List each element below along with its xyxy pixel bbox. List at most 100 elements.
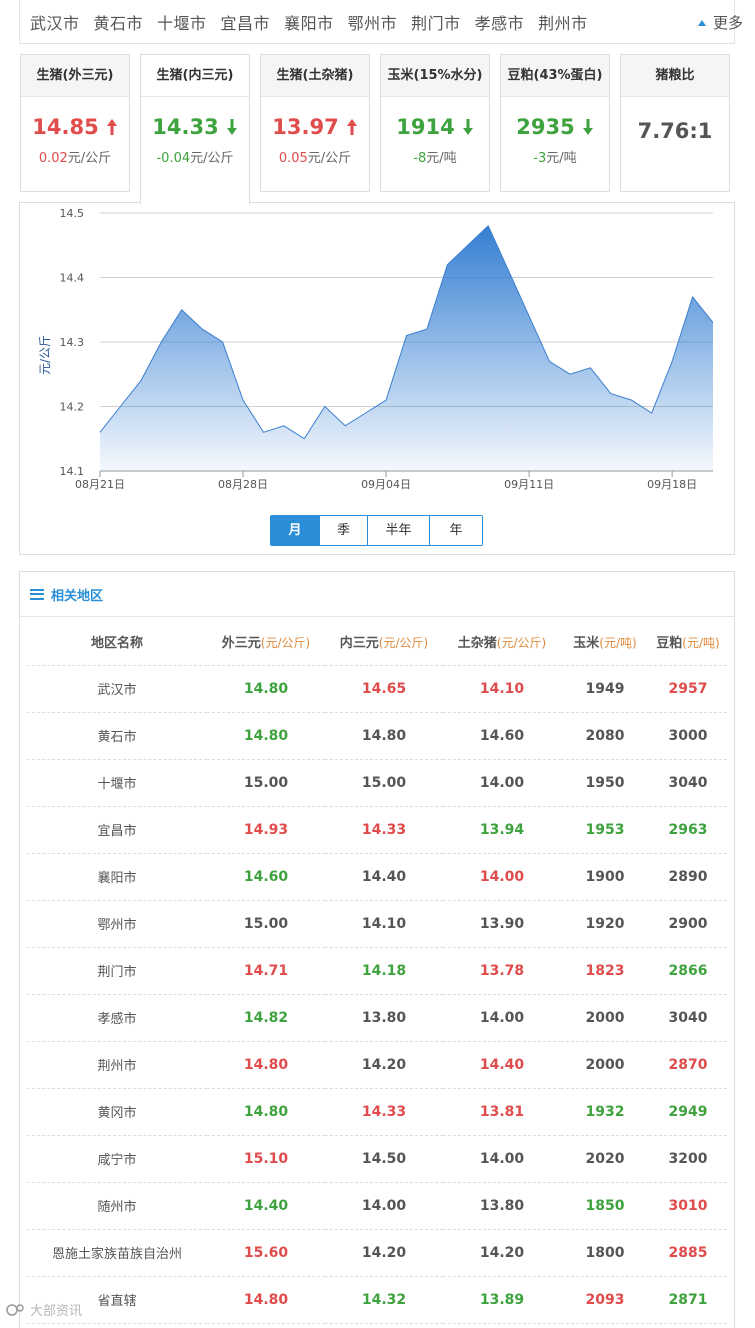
column-header-name: 内三元 [339, 635, 379, 651]
price-card[interactable]: 生猪(土杂猪) 13.97 0.05元/公斤 [260, 54, 370, 192]
price-cell: 14.93 [207, 806, 325, 854]
series-area [100, 225, 713, 471]
price-trend-chart: 14.1 14.2 14.3 14.4 14.5 元/公斤 08月21日 08月28日 09月0… [38, 207, 714, 491]
price-cell: 1953 [561, 806, 649, 854]
table-row[interactable]: 黄石市 14.80 14.80 14.60 2080 3000 [27, 712, 727, 760]
x-tick-label: 08月28日 [218, 478, 268, 491]
column-header: 豆粕(元/吨) [649, 618, 727, 666]
region-name: 十堰市 [27, 759, 207, 807]
menu-icon [30, 588, 44, 600]
table-header-row: 地区名称 外三元(元/公斤) 内三元(元/公斤) 土杂猪(元/公斤) 玉米(元/吨) 豆粕… [27, 618, 727, 666]
card-change-value: -8 [413, 151, 427, 166]
price-cell: 1932 [561, 1088, 649, 1136]
price-card[interactable]: 玉米(15%水分) 1914 -8元/吨 [380, 54, 490, 192]
x-tick-label: 09月04日 [361, 478, 411, 491]
price-card[interactable]: 生猪(内三元) 14.33 -0.04元/公斤 [140, 54, 250, 204]
y-tick-label: 14.4 [60, 272, 85, 285]
period-tab[interactable]: 月 [271, 516, 319, 545]
city-link[interactable]: 襄阳市 [284, 10, 334, 34]
price-cell: 14.40 [325, 853, 443, 901]
region-name: 宜昌市 [27, 806, 207, 854]
arrow-up-icon [106, 118, 118, 136]
period-tab[interactable]: 季 [319, 516, 367, 545]
table-row[interactable]: 随州市 14.40 14.00 13.80 1850 3010 [27, 1182, 727, 1230]
price-cell: 14.33 [325, 806, 443, 854]
table-row[interactable]: 恩施土家族苗族自治州 15.60 14.20 14.20 1800 2885 [27, 1229, 727, 1277]
y-tick-label: 14.1 [60, 465, 85, 478]
price-cell: 14.00 [443, 759, 561, 807]
price-card[interactable]: 猪粮比 7.76:1 [620, 54, 730, 192]
card-value-row: 7.76:1 [621, 119, 729, 143]
price-cell: 1823 [561, 947, 649, 995]
city-link[interactable]: 十堰市 [157, 10, 207, 34]
column-header-unit: (元/吨) [599, 635, 637, 650]
price-cell: 14.40 [443, 1041, 561, 1089]
table-row[interactable]: 武汉市 14.80 14.65 14.10 1949 2957 [27, 665, 727, 713]
price-cell: 13.90 [443, 900, 561, 948]
card-title: 玉米(15%水分) [381, 55, 489, 97]
y-tick-label: 14.2 [60, 401, 85, 414]
card-change-unit: 元/吨 [546, 151, 577, 166]
table-row[interactable]: 荆州市 14.80 14.20 14.40 2000 2870 [27, 1041, 727, 1089]
table-row[interactable]: 鄂州市 15.00 14.10 13.90 1920 2900 [27, 900, 727, 948]
price-cell: 2900 [649, 900, 727, 948]
city-nav-bar: 武汉市 黄石市 十堰市 宜昌市 襄阳市 鄂州市 荆门市 孝感市 荆州市 [19, 0, 735, 44]
city-link[interactable]: 宜昌市 [221, 10, 271, 34]
price-cell: 14.80 [207, 712, 325, 760]
table-row[interactable]: 孝感市 14.82 13.80 14.00 2000 3040 [27, 994, 727, 1042]
card-change-unit: 元/吨 [426, 151, 457, 166]
price-cell: 14.20 [325, 1229, 443, 1277]
city-link[interactable]: 鄂州市 [348, 10, 398, 34]
card-title: 猪粮比 [621, 55, 729, 97]
price-cell: 14.80 [325, 712, 443, 760]
column-header-name: 玉米 [573, 635, 600, 651]
x-tick-label: 08月21日 [75, 478, 125, 491]
city-link[interactable]: 荆州市 [538, 10, 588, 34]
card-change-unit: 元/公斤 [307, 151, 352, 166]
card-change: -3元/吨 [501, 147, 609, 166]
price-cell: 15.00 [325, 759, 443, 807]
table-row[interactable]: 咸宁市 15.10 14.50 14.00 2020 3200 [27, 1135, 727, 1183]
region-title: 相关地区 [51, 588, 104, 604]
table-row[interactable]: 荆门市 14.71 14.18 13.78 1823 2866 [27, 947, 727, 995]
card-title: 豆粕(43%蛋白) [501, 55, 609, 97]
city-link[interactable]: 武汉市 [30, 10, 80, 34]
price-cell: 13.81 [443, 1088, 561, 1136]
period-tab[interactable]: 年 [429, 516, 482, 545]
more-link[interactable]: 更多 [697, 12, 743, 33]
city-link[interactable]: 荆门市 [411, 10, 461, 34]
price-cell: 13.89 [443, 1276, 561, 1324]
table-row[interactable]: 十堰市 15.00 15.00 14.00 1950 3040 [27, 759, 727, 807]
table-row[interactable]: 省直辖 14.80 14.32 13.89 2093 2871 [27, 1276, 727, 1324]
table-row[interactable]: 黄冈市 14.80 14.33 13.81 1932 2949 [27, 1088, 727, 1136]
price-cell: 14.65 [325, 665, 443, 713]
price-cell: 14.60 [207, 853, 325, 901]
price-cell: 2963 [649, 806, 727, 854]
price-cell: 2885 [649, 1229, 727, 1277]
price-cell: 3200 [649, 1135, 727, 1183]
region-name: 孝感市 [27, 994, 207, 1042]
price-card[interactable]: 生猪(外三元) 14.85 0.02元/公斤 [20, 54, 130, 192]
region-name: 武汉市 [27, 665, 207, 713]
price-card[interactable]: 豆粕(43%蛋白) 2935 -3元/吨 [500, 54, 610, 192]
table-row[interactable]: 宜昌市 14.93 14.33 13.94 1953 2963 [27, 806, 727, 854]
price-cell: 14.00 [443, 994, 561, 1042]
city-link[interactable]: 孝感市 [475, 10, 525, 34]
price-cell: 14.00 [325, 1182, 443, 1230]
x-tick-label: 09月18日 [647, 478, 697, 491]
region-header: 相关地区 [20, 572, 734, 617]
period-tab[interactable]: 半年 [367, 516, 429, 545]
table-row[interactable]: 襄阳市 14.60 14.40 14.00 1900 2890 [27, 853, 727, 901]
price-cell: 13.80 [325, 994, 443, 1042]
card-change: -0.04元/公斤 [141, 147, 249, 166]
card-change-value: -0.04 [156, 151, 191, 166]
card-value: 7.76:1 [637, 119, 713, 143]
card-change: 0.05元/公斤 [261, 147, 369, 166]
card-value: 1914 [396, 115, 455, 139]
period-tabs: 月季半年年 [270, 515, 483, 546]
column-header-name: 外三元 [221, 635, 261, 651]
city-link[interactable]: 黄石市 [94, 10, 144, 34]
x-tick-label: 09月11日 [504, 478, 554, 491]
price-cell: 14.32 [325, 1276, 443, 1324]
price-cell: 15.10 [207, 1135, 325, 1183]
